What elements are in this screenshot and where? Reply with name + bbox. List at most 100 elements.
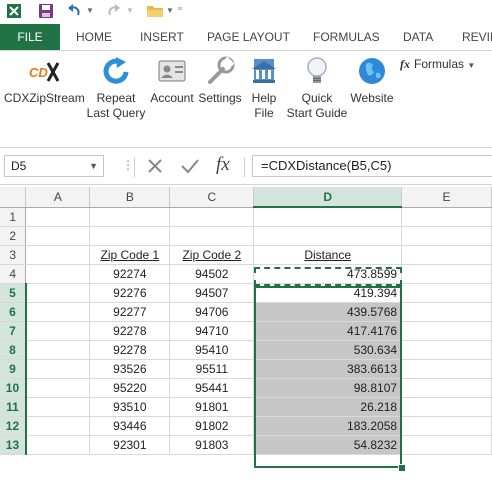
cell[interactable] <box>25 359 91 379</box>
redo-icon[interactable] <box>106 3 122 19</box>
cell-distance[interactable]: 473.8599 <box>253 264 403 284</box>
undo-icon[interactable] <box>66 3 82 19</box>
save-icon[interactable] <box>38 3 54 19</box>
cell-distance[interactable]: 417.4176 <box>253 321 403 341</box>
cell-zip-code-2[interactable]: 95511 <box>169 359 255 379</box>
row-header[interactable]: 2 <box>0 226 27 246</box>
help-file-button[interactable]: Help File <box>244 55 284 121</box>
cell-zip-code-2[interactable]: 94710 <box>169 321 255 341</box>
row-header[interactable]: 3 <box>0 245 27 265</box>
row-header[interactable]: 7 <box>0 321 27 341</box>
row-header[interactable]: 8 <box>0 340 27 360</box>
tab-data[interactable]: DATA <box>403 24 433 50</box>
excel-logo-icon[interactable] <box>6 3 22 19</box>
cell[interactable] <box>25 226 91 246</box>
drag-handle-icon[interactable]: ⋮ <box>122 158 134 172</box>
cell[interactable] <box>401 397 492 417</box>
column-header-e[interactable]: E <box>401 187 492 208</box>
cell[interactable] <box>253 207 403 227</box>
cell-distance[interactable]: 383.6613 <box>253 359 403 379</box>
tab-insert[interactable]: INSERT <box>140 24 184 50</box>
cell-distance[interactable]: 54.8232 <box>253 435 403 455</box>
cell[interactable] <box>401 416 492 436</box>
cell[interactable] <box>25 321 91 341</box>
settings-button[interactable]: Settings <box>196 55 244 106</box>
cell[interactable] <box>25 245 91 265</box>
cell[interactable] <box>401 264 492 284</box>
cell-zip-code-1[interactable]: 92274 <box>89 264 171 284</box>
cell[interactable] <box>25 340 91 360</box>
cell-zip-code-1[interactable]: 92278 <box>89 321 171 341</box>
cell-zip-code-1[interactable]: 93510 <box>89 397 171 417</box>
redo-dropdown-icon[interactable]: ▼ <box>126 6 134 15</box>
cell-distance[interactable]: 419.394 <box>253 283 403 303</box>
tab-review[interactable]: REVIE <box>462 24 492 50</box>
cell-zip-code-2-header[interactable]: Zip Code 2 <box>169 245 255 265</box>
column-header-d[interactable]: D <box>253 187 403 208</box>
cell-zip-code-1[interactable]: 92301 <box>89 435 171 455</box>
account-button[interactable]: Account <box>148 55 196 106</box>
cell[interactable] <box>25 416 91 436</box>
website-button[interactable]: Website <box>346 55 398 106</box>
undo-dropdown-icon[interactable]: ▼ <box>86 6 94 15</box>
tab-formulas[interactable]: FORMULAS <box>313 24 380 50</box>
formulas-menu-button[interactable]: fx Formulas ▼ <box>400 57 475 72</box>
insert-function-icon[interactable]: fx <box>216 154 230 176</box>
quick-start-guide-button[interactable]: Quick Start Guide <box>284 55 350 121</box>
cell[interactable] <box>25 264 91 284</box>
cell-zip-code-2[interactable]: 91802 <box>169 416 255 436</box>
cell[interactable] <box>401 435 492 455</box>
cell[interactable] <box>89 207 171 227</box>
cell-zip-code-2[interactable]: 91803 <box>169 435 255 455</box>
cell[interactable] <box>401 302 492 322</box>
cell[interactable] <box>401 321 492 341</box>
cell-zip-code-1[interactable]: 92278 <box>89 340 171 360</box>
cell[interactable] <box>401 207 492 227</box>
cell-distance[interactable]: 530.634 <box>253 340 403 360</box>
row-header[interactable]: 1 <box>0 207 27 227</box>
cell-zip-code-1-header[interactable]: Zip Code 1 <box>89 245 171 265</box>
cell[interactable] <box>169 226 255 246</box>
cell-zip-code-2[interactable]: 95441 <box>169 378 255 398</box>
cell[interactable] <box>401 340 492 360</box>
row-header[interactable]: 13 <box>0 435 27 455</box>
cell[interactable] <box>25 435 91 455</box>
tab-page-layout[interactable]: PAGE LAYOUT <box>207 24 290 50</box>
cell[interactable] <box>25 378 91 398</box>
cell-zip-code-1[interactable]: 92276 <box>89 283 171 303</box>
cell[interactable] <box>401 245 492 265</box>
tab-file[interactable]: FILE <box>0 24 60 50</box>
row-header[interactable]: 6 <box>0 302 27 322</box>
folder-dropdown-icon[interactable]: ▼ <box>166 6 174 15</box>
cell-zip-code-1[interactable]: 93526 <box>89 359 171 379</box>
name-box[interactable]: D5 ▼ <box>4 155 104 177</box>
cell-zip-code-2[interactable]: 91801 <box>169 397 255 417</box>
column-header-c[interactable]: C <box>169 187 255 208</box>
cell-distance-header[interactable]: Distance <box>253 245 403 265</box>
cell[interactable] <box>25 302 91 322</box>
cell-zip-code-2[interactable]: 94507 <box>169 283 255 303</box>
enter-check-icon[interactable] <box>180 157 200 175</box>
row-header[interactable]: 12 <box>0 416 27 436</box>
cell[interactable] <box>25 397 91 417</box>
cell-zip-code-1[interactable]: 93446 <box>89 416 171 436</box>
chevron-down-icon[interactable]: ▼ <box>89 156 98 176</box>
cell-distance[interactable]: 439.5768 <box>253 302 403 322</box>
row-header[interactable]: 11 <box>0 397 27 417</box>
cell-zip-code-2[interactable]: 94706 <box>169 302 255 322</box>
fill-handle[interactable] <box>398 464 406 472</box>
cell-zip-code-2[interactable]: 94502 <box>169 264 255 284</box>
column-header-a[interactable]: A <box>25 187 91 208</box>
cell-zip-code-1[interactable]: 92277 <box>89 302 171 322</box>
cell[interactable] <box>401 283 492 303</box>
row-header[interactable]: 9 <box>0 359 27 379</box>
cell[interactable] <box>169 207 255 227</box>
cell[interactable] <box>25 207 91 227</box>
row-header[interactable]: 4 <box>0 264 27 284</box>
cell[interactable] <box>401 359 492 379</box>
row-header[interactable]: 10 <box>0 378 27 398</box>
customize-icon[interactable]: ⁼ <box>177 4 183 17</box>
formula-input[interactable]: =CDXDistance(B5,C5) <box>252 155 492 177</box>
tab-home[interactable]: HOME <box>76 24 112 50</box>
select-all-corner[interactable] <box>0 187 27 208</box>
